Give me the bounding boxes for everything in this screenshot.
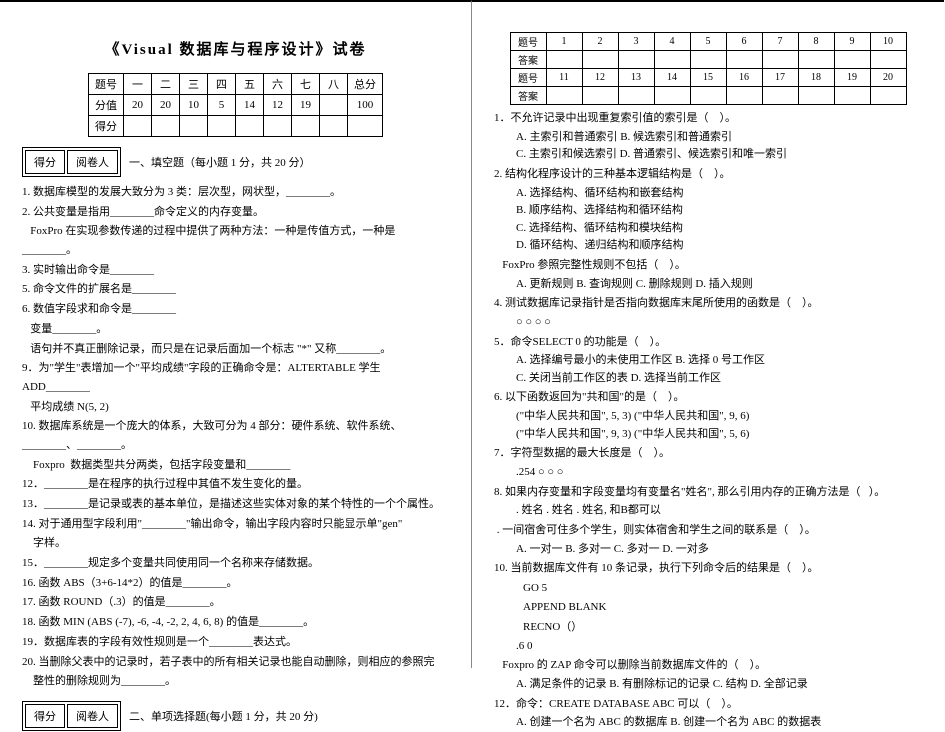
q1-20: 20. 当删除父表中的记录时，若子表中的所有相关记录也能自动删除，则相应的参照完 [22, 653, 449, 672]
table-row: 答案 [510, 87, 906, 105]
r2a: A. 选择结构、循环结构和嵌套结构 [494, 185, 922, 203]
q1-20b: 整性的删除规则为________。 [22, 672, 449, 691]
q1-19: 19．数据库表的字段有效性规则是一个________表达式。 [22, 633, 449, 652]
r5b: C. 关闭当前工作区的表 D. 选择当前工作区 [494, 370, 922, 388]
grader-label: 阅卷人 [67, 150, 118, 174]
r11: Foxpro 的 ZAP 命令可以删除当前数据库文件的（ ）。 [494, 656, 922, 675]
q1-2a: 2. 公共变量是指用________命令定义的内存变量。 [22, 203, 449, 222]
q1-13: 13．________是记录或表的基本单位，是描述这些实体对象的某个特性的一个个… [22, 495, 449, 514]
r2: 2. 结构化程序设计的三种基本逻辑结构是（ ）。 [494, 165, 922, 184]
table-row: 题号12345678910 [510, 33, 906, 51]
r1a: A. 主索引和普通索引 B. 候选索引和普通索引 [494, 129, 922, 147]
r4: 4. 测试数据库记录指针是否指向数据库末尾所使用的函数是（ ）。 [494, 294, 922, 313]
r2d: D. 循环结构、递归结构和顺序结构 [494, 237, 922, 255]
table-row: 题号一二三四五六七八总分 [89, 74, 383, 95]
grader-label: 阅卷人 [67, 704, 118, 728]
r10c: RECNO（） [494, 618, 922, 637]
r6a: ("中华人民共和国", 5, 3) ("中华人民共和国", 9, 6) [494, 408, 922, 426]
table-row: 答案 [510, 51, 906, 69]
q1-14b: 字样。 [22, 534, 449, 553]
q1-15: 15．________规定多个变量共同使用同一个名称来存储数据。 [22, 554, 449, 573]
table-row: 得分 [89, 116, 383, 137]
r12: 12．命令：CREATE DATABASE ABC 可以（ ）。 [494, 695, 922, 714]
section-1-title: 一、填空题（每小题 1 分，共 20 分） [129, 154, 311, 170]
section-2-title: 二、单项选择题(每小题 1 分，共 20 分) [129, 708, 318, 724]
q1-3: 3. 实时输出命令是________ [22, 261, 449, 280]
r9: . 一间宿舍可住多个学生，则实体宿舍和学生之间的联系是（ ）。 [494, 521, 922, 540]
r7: 7．字符型数据的最大长度是（ ）。 [494, 444, 922, 463]
q1-2b: FoxPro 在实现参数传递的过程中提供了两种方法：一种是传值方式，一种是___… [22, 222, 449, 259]
r3: FoxPro 参照完整性规则不包括（ ）。 [494, 256, 922, 275]
q1-6: 变量________。 [22, 320, 449, 339]
r7a: .254 ○ ○ ○ [494, 464, 922, 482]
q1-17: 17. 函数 ROUND（.3）的值是________。 [22, 593, 449, 612]
r6b: ("中华人民共和国", 9, 3) ("中华人民共和国", 5, 6) [494, 426, 922, 444]
q1-1: 1. 数据库模型的发展大致分为 3 类：层次型，网状型，________。 [22, 183, 449, 202]
q1-9b: 平均成绩 N(5, 2) [22, 398, 449, 417]
r5: 5．命令SELECT 0 的功能是（ ）。 [494, 333, 922, 352]
section-2-header: 得分 阅卷人 二、单项选择题(每小题 1 分，共 20 分) [22, 701, 449, 731]
answer-grid-1: 题号12345678910 答案 题号11121314151617181920 … [510, 32, 907, 105]
left-page: 《Visual 数据库与程序设计》试卷 题号一二三四五六七八总分 分值20201… [0, 0, 472, 668]
r4a: ○ ○ ○ ○ [494, 314, 922, 332]
r2c: C. 选择结构、循环结构和模块结构 [494, 220, 922, 238]
q1-16: 16. 函数 ABS（3+6-14*2）的值是________。 [22, 574, 449, 593]
r5a: A. 选择编号最小的未使用工作区 B. 选择 0 号工作区 [494, 352, 922, 370]
r9a: A. 一对一 B. 多对一 C. 多对一 D. 一对多 [494, 541, 922, 559]
q1-9: 9．为"学生"表增加一个"平均成绩"字段的正确命令是：ALTERTABLE 学生… [22, 359, 449, 396]
q1-11: Foxpro 数据类型共分两类，包括字段变量和________ [22, 456, 449, 475]
r6: 6. 以下函数返回为"共和国"的是（ ）。 [494, 388, 922, 407]
r10: 10. 当前数据库文件有 10 条记录，执行下列命令后的结果是（ ）。 [494, 559, 922, 578]
r10a: GO 5 [494, 579, 922, 598]
q1-7: 语句并不真正删除记录，而只是在记录后面加一个标志 "*" 又称________。 [22, 340, 449, 359]
table-row: 题号11121314151617181920 [510, 69, 906, 87]
r11a: A. 满足条件的记录 B. 有删除标记的记录 C. 结构 D. 全部记录 [494, 676, 922, 694]
score-label: 得分 [25, 704, 65, 728]
r1: 1．不允许记录中出现重复索引值的索引是（ ）。 [494, 109, 922, 128]
r10d: .6 0 [494, 638, 922, 656]
score-summary-table: 题号一二三四五六七八总分 分值2020105141219100 得分 [88, 73, 383, 137]
r1b: C. 主索引和候选索引 D. 普通索引、候选索引和唯一索引 [494, 146, 922, 164]
q1-5: 6. 数值字段求和命令是________ [22, 300, 449, 319]
q1-12: 12．________是在程序的执行过程中其值不发生变化的量。 [22, 475, 449, 494]
table-row: 分值2020105141219100 [89, 95, 383, 116]
r3a: A. 更新规则 B. 查询规则 C. 删除规则 D. 插入规则 [494, 276, 922, 294]
score-label: 得分 [25, 150, 65, 174]
q1-10: 10. 数据库系统是一个庞大的体系，大致可分为 4 部分：硬件系统、软件系统、_… [22, 417, 449, 454]
r8a: . 姓名 . 姓名 . 姓名, 和B都可以 [494, 502, 922, 520]
exam-title: 《Visual 数据库与程序设计》试卷 [22, 38, 449, 59]
q1-4: 5. 命令文件的扩展名是________ [22, 280, 449, 299]
q1-14: 14. 对于通用型字段利用"________"输出命令，输出字段内容时只能显示单… [22, 515, 449, 534]
r10b: APPEND BLANK [494, 598, 922, 617]
r2b: B. 顺序结构、选择结构和循环结构 [494, 202, 922, 220]
r8: 8. 如果内存变量和字段变量均有变量名"姓名", 那么引用内存的正确方法是（ ）… [494, 483, 922, 502]
q1-18: 18. 函数 MIN (ABS (-7), -6, -4, -2, 2, 4, … [22, 613, 449, 632]
right-page: 题号12345678910 答案 题号11121314151617181920 … [472, 0, 944, 668]
r12a: A. 创建一个名为 ABC 的数据库 B. 创建一个名为 ABC 的数据表 [494, 714, 922, 732]
section-1-header: 得分 阅卷人 一、填空题（每小题 1 分，共 20 分） [22, 147, 449, 177]
